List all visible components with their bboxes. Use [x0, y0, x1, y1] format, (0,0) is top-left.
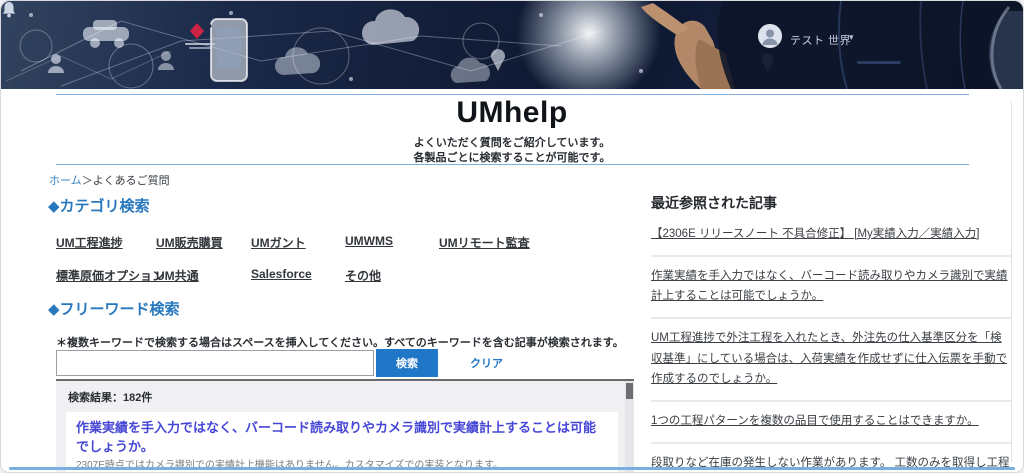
search-row: 検索 クリア	[56, 349, 509, 377]
result-answer-line: 2307E時点ではカメラ識別での実績計上機能はありません。カスタマイズでの実装と…	[76, 460, 504, 471]
category-link-hyojun-genka[interactable]: 標準原価オプション	[56, 267, 164, 284]
breadcrumb-separator: ＞	[81, 175, 93, 187]
category-link-um-remote[interactable]: UMリモート監査	[439, 234, 586, 251]
results-scrollbar-track[interactable]	[625, 381, 634, 472]
freeword-search-note: ＊複数キーワードで検索する場合はスペースを挿入してください。すべてのキーワードを…	[56, 337, 624, 349]
category-link-um-kyotsu[interactable]: UM共通	[156, 267, 251, 284]
breadcrumb-home-link[interactable]: ホーム	[49, 175, 82, 187]
caret-down-icon[interactable]: ▾	[849, 32, 854, 43]
bell-icon[interactable]	[1, 1, 17, 19]
result-item: 作業実績を手入力ではなく、バーコード読み取りやカメラ識別で実績計上することは可能…	[66, 412, 618, 472]
recent-articles-heading: 最近参照された記事	[651, 195, 777, 211]
page-title: UMhelp	[456, 96, 568, 129]
divider-top	[56, 94, 969, 95]
category-links: UM工程進捗 UM販売購買 UMガント UMWMS UMリモート監査 標準原価オ…	[56, 234, 586, 284]
freeword-search-input[interactable]	[56, 350, 374, 376]
category-search-heading: ◆カテゴリ検索	[48, 198, 150, 215]
results-scrollbar-thumb[interactable]	[626, 383, 633, 399]
category-link-salesforce[interactable]: Salesforce	[251, 267, 345, 284]
category-link-um-gantt[interactable]: UMガント	[251, 234, 345, 251]
recent-article-link[interactable]: 【2306E リリースノート 不具合修正】 [My実績入力／実績入力]	[651, 215, 1011, 257]
breadcrumb-current: よくあるご質問	[92, 175, 170, 187]
divider-bottom	[56, 164, 969, 165]
freeword-search-heading: ◆フリーワード検索	[48, 301, 180, 318]
bottom-accent-bar	[9, 467, 1015, 470]
category-link-um-koutei[interactable]: UM工程進捗	[56, 234, 156, 251]
page-subtitle-1: よくいただく質問をご紹介しています。	[413, 137, 611, 149]
result-title-link[interactable]: 作業実績を手入力ではなく、バーコード読み取りやカメラ識別で実績計上することは可能…	[76, 417, 608, 455]
user-name-label[interactable]: テスト 世界	[790, 32, 851, 48]
header-banner-image: テスト 世界 ▾	[1, 1, 1023, 89]
recent-article-link[interactable]: 作業実績を手入力ではなく、バーコード読み取りやカメラ識別で実績計上することは可能…	[651, 257, 1011, 320]
page-scrollbar-track[interactable]	[1011, 101, 1012, 462]
category-link-um-hanbai[interactable]: UM販売購買	[156, 234, 251, 251]
breadcrumb: ホーム＞よくあるご質問	[49, 172, 170, 188]
user-avatar-icon[interactable]	[758, 24, 782, 48]
umhelp-page: テスト 世界 ▾ UMhelp よくいただく質問をご紹介しています。 各製品ごと…	[0, 0, 1024, 473]
category-link-umwms[interactable]: UMWMS	[345, 234, 439, 251]
results-count: 検索結果：182件	[68, 392, 153, 404]
clear-button[interactable]: クリア	[464, 354, 509, 372]
banner-user-area: テスト 世界 ▾	[1, 1, 1023, 89]
recent-article-link[interactable]: 1つの工程パターンを複数の品目で使用することはできますか。	[651, 402, 1011, 444]
page-subtitle-2: 各製品ごとに検索することが可能です。	[413, 152, 611, 164]
recent-articles-sidebar: 最近参照された記事 【2306E リリースノート 不具合修正】 [My実績入力／…	[651, 193, 1011, 472]
search-results-panel: 検索結果：182件 作業実績を手入力ではなく、バーコード読み取りやカメラ識別で実…	[56, 379, 634, 472]
recent-article-link[interactable]: UM工程進捗で外注工程を入れたとき、外注先の仕入基準区分を「検収基準」にしている…	[651, 319, 1011, 403]
search-button[interactable]: 検索	[376, 349, 438, 377]
category-link-sonota[interactable]: その他	[345, 267, 439, 284]
